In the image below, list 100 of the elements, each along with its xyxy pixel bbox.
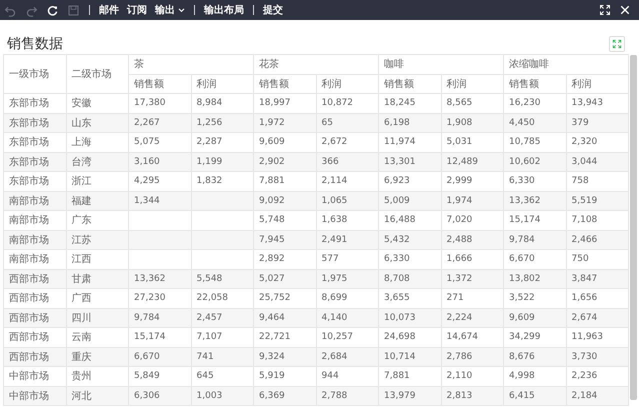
column-header: 利润 bbox=[191, 74, 254, 94]
table-cell: 11,974 bbox=[378, 132, 441, 152]
table-cell: 南部市场 bbox=[4, 250, 66, 269]
table-cell: 2,224 bbox=[441, 308, 504, 328]
expand-button[interactable] bbox=[609, 36, 625, 52]
fullscreen-icon[interactable] bbox=[599, 4, 611, 16]
close-icon[interactable] bbox=[619, 4, 631, 16]
table-cell: 22,058 bbox=[191, 288, 254, 308]
table-cell: 1,638 bbox=[316, 210, 378, 230]
caret-icon bbox=[178, 8, 185, 12]
table-cell: 安徽 bbox=[66, 94, 128, 113]
column-header: 利润 bbox=[316, 74, 378, 94]
column-header: 利润 bbox=[566, 74, 628, 94]
table-cell: 西部市场 bbox=[4, 347, 66, 366]
table-cell: 1,666 bbox=[441, 250, 504, 269]
refresh-icon[interactable] bbox=[46, 4, 59, 16]
table-cell: 10,073 bbox=[378, 308, 441, 328]
table-cell: 4,450 bbox=[504, 113, 566, 132]
table-cell: 台湾 bbox=[66, 152, 128, 172]
table-cell: 7,108 bbox=[566, 210, 628, 230]
column-header: 咖啡 bbox=[378, 54, 504, 74]
table-cell: 65 bbox=[316, 113, 378, 132]
table-cell: 西部市场 bbox=[4, 308, 66, 328]
table-cell: 27,230 bbox=[128, 288, 191, 308]
table-cell: 10,714 bbox=[378, 347, 441, 366]
table-cell: 18,997 bbox=[254, 94, 316, 113]
table-cell: 东部市场 bbox=[4, 172, 66, 191]
table-cell: 7,881 bbox=[378, 366, 441, 386]
table-cell: 4,998 bbox=[504, 366, 566, 386]
table-cell: 东部市场 bbox=[4, 132, 66, 152]
table-cell: 东部市场 bbox=[4, 152, 66, 172]
table-cell: 西部市场 bbox=[4, 288, 66, 308]
table-cell: 366 bbox=[316, 152, 378, 172]
table-cell: 6,670 bbox=[128, 347, 191, 366]
table-cell: 1,372 bbox=[441, 269, 504, 288]
table-cell: 13,362 bbox=[504, 191, 566, 210]
table-cell: 上海 bbox=[66, 132, 128, 152]
table-cell: 13,802 bbox=[504, 269, 566, 288]
table-cell: 南部市场 bbox=[4, 230, 66, 250]
table-cell: 2,287 bbox=[191, 132, 254, 152]
column-header: 花茶 bbox=[254, 54, 378, 74]
table-cell: 8,984 bbox=[191, 94, 254, 113]
table-cell: 3,655 bbox=[378, 288, 441, 308]
table-cell: 东部市场 bbox=[4, 113, 66, 132]
table-cell: 7,945 bbox=[254, 230, 316, 250]
toolbar-button[interactable]: 邮件 bbox=[95, 3, 123, 17]
table-cell: 16,488 bbox=[378, 210, 441, 230]
table-cell: 1,974 bbox=[441, 191, 504, 210]
table-cell: 广东 bbox=[66, 210, 128, 230]
table-cell: 758 bbox=[566, 172, 628, 191]
table-cell: 2,110 bbox=[441, 366, 504, 386]
table-cell: 14,674 bbox=[441, 328, 504, 347]
table-cell: 10,872 bbox=[316, 94, 378, 113]
table-cell: 4,140 bbox=[316, 308, 378, 328]
table-cell: 江苏 bbox=[66, 230, 128, 250]
column-header: 销售额 bbox=[128, 74, 191, 94]
table-cell: 1,065 bbox=[316, 191, 378, 210]
toolbar-button[interactable]: 输出布局 bbox=[200, 3, 248, 17]
table-cell: 1,972 bbox=[254, 113, 316, 132]
table-cell: 6,369 bbox=[254, 386, 316, 406]
table-cell: 2,674 bbox=[566, 308, 628, 328]
table-cell: 广西 bbox=[66, 288, 128, 308]
table-cell: 2,320 bbox=[566, 132, 628, 152]
table-cell: 6,198 bbox=[378, 113, 441, 132]
table-cell: 6,306 bbox=[128, 386, 191, 406]
table-cell: 944 bbox=[316, 366, 378, 386]
table-cell: 5,432 bbox=[378, 230, 441, 250]
table-cell: 15,174 bbox=[504, 210, 566, 230]
table-cell: 2,488 bbox=[441, 230, 504, 250]
table-cell: 10,602 bbox=[504, 152, 566, 172]
report-title: 销售数据 bbox=[7, 34, 63, 52]
table-cell: 2,457 bbox=[191, 308, 254, 328]
table-cell: 2,184 bbox=[566, 386, 628, 406]
column-header: 利润 bbox=[441, 74, 504, 94]
table-cell: 741 bbox=[191, 347, 254, 366]
table-cell: 南部市场 bbox=[4, 191, 66, 210]
toolbar-button[interactable]: 提交 bbox=[259, 3, 287, 17]
table-cell: 2,491 bbox=[316, 230, 378, 250]
table-cell: 7,881 bbox=[254, 172, 316, 191]
table-cell: 6,330 bbox=[504, 172, 566, 191]
column-header: 浓缩咖啡 bbox=[504, 54, 628, 74]
table-cell: 577 bbox=[316, 250, 378, 269]
column-header: 销售额 bbox=[378, 74, 441, 94]
table-cell: 9,609 bbox=[504, 308, 566, 328]
table-cell: 甘肃 bbox=[66, 269, 128, 288]
table-cell: 5,748 bbox=[254, 210, 316, 230]
table-cell: 11,963 bbox=[566, 328, 628, 347]
toolbar-button[interactable]: 订阅 bbox=[123, 3, 151, 17]
table-cell: 2,684 bbox=[316, 347, 378, 366]
table-cell: 16,230 bbox=[504, 94, 566, 113]
table-cell: 山东 bbox=[66, 113, 128, 132]
table-cell: 271 bbox=[441, 288, 504, 308]
output-menu[interactable]: 输出 bbox=[151, 3, 189, 17]
fullscreen-icon bbox=[612, 38, 622, 48]
table-cell: 3,160 bbox=[128, 152, 191, 172]
table-cell: 1,908 bbox=[441, 113, 504, 132]
table-cell: 河北 bbox=[66, 386, 128, 406]
table-cell: 2,236 bbox=[566, 366, 628, 386]
table-cell: 13,979 bbox=[378, 386, 441, 406]
scrollbar[interactable] bbox=[630, 55, 637, 400]
